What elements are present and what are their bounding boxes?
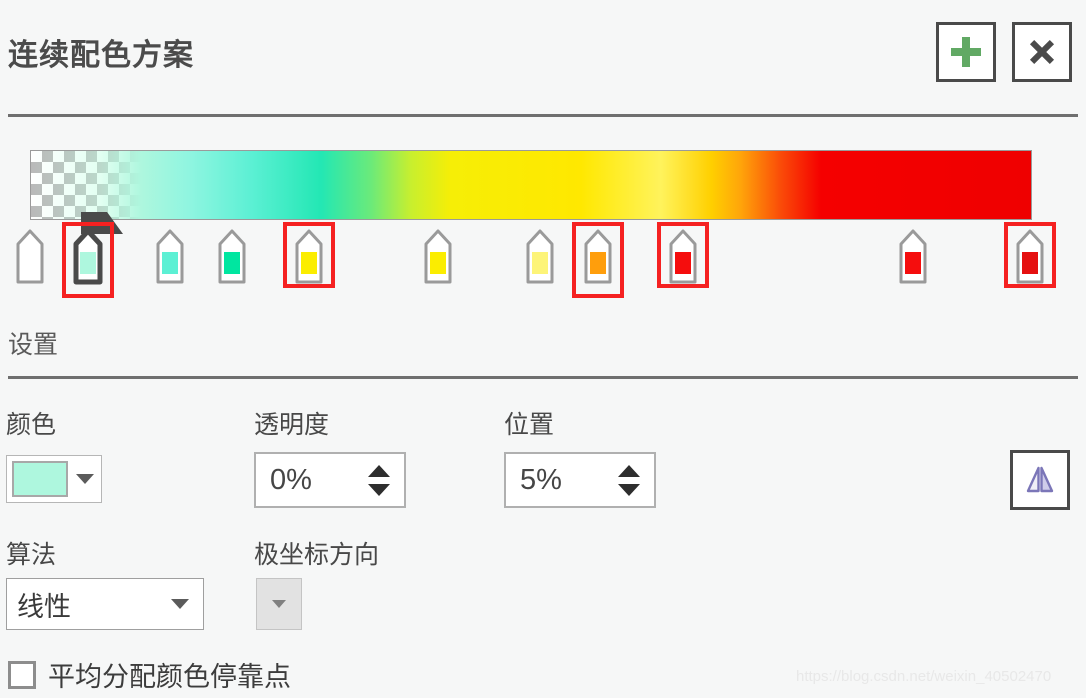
opacity-decrement-icon[interactable] — [368, 483, 390, 496]
watermark: https://blog.csdn.net/weixin_40502470 — [796, 668, 1052, 685]
color-stop-swatch — [224, 252, 240, 274]
position-decrement-icon[interactable] — [618, 483, 640, 496]
color-picker-dropdown[interactable] — [6, 455, 102, 503]
color-stop-marker[interactable] — [73, 212, 123, 286]
color-field-label: 颜色 — [6, 411, 57, 439]
add-color-stop-button[interactable] — [936, 22, 996, 82]
color-stop-marker[interactable] — [525, 228, 555, 286]
position-stepper[interactable]: 5% — [504, 452, 656, 508]
polar-direction-field-label: 极坐标方向 — [254, 541, 380, 569]
even-distribute-checkbox[interactable] — [8, 660, 36, 689]
opacity-stepper[interactable]: 0% — [254, 452, 406, 508]
flip-scheme-button[interactable] — [1010, 450, 1070, 510]
color-stop-swatch — [430, 252, 446, 274]
color-stop-swatch — [80, 252, 96, 274]
chevron-down-icon — [171, 599, 189, 609]
close-icon — [1028, 38, 1056, 66]
header-divider — [8, 114, 1078, 117]
close-button[interactable] — [1012, 22, 1072, 82]
color-stop-swatch — [162, 252, 178, 274]
position-spin-buttons — [618, 464, 654, 496]
algorithm-field-label: 算法 — [6, 541, 57, 569]
algorithm-value: 线性 — [17, 591, 71, 622]
color-stop-swatch — [905, 252, 921, 274]
color-stop-marker[interactable] — [155, 228, 185, 286]
color-stop-swatch — [532, 252, 548, 274]
color-stop-swatch — [590, 252, 606, 274]
position-value[interactable]: 5% — [506, 464, 562, 497]
settings-divider — [8, 376, 1078, 379]
page-title: 连续配色方案 — [8, 39, 194, 72]
color-swatch — [12, 461, 68, 497]
chevron-down-icon — [272, 600, 286, 608]
position-increment-icon[interactable] — [618, 464, 640, 477]
polar-direction-select[interactable] — [256, 578, 302, 630]
color-stop-marker[interactable] — [668, 228, 698, 286]
color-stop-swatch — [301, 252, 317, 274]
opacity-value[interactable]: 0% — [256, 464, 312, 497]
color-stop-pin-icon — [16, 229, 44, 284]
gradient-preview-bar[interactable] — [30, 150, 1032, 220]
chevron-down-icon — [76, 474, 94, 484]
color-stop-marker[interactable] — [423, 228, 453, 286]
flip-horizontal-icon — [1026, 466, 1054, 493]
opacity-increment-icon[interactable] — [368, 464, 390, 477]
color-stop-marker[interactable] — [583, 228, 613, 286]
gradient-fill — [31, 151, 1031, 219]
color-stop-markers — [0, 212, 1086, 302]
color-stop-marker[interactable] — [294, 228, 324, 286]
even-distribute-checkbox-row[interactable]: 平均分配颜色停靠点 — [8, 655, 291, 694]
color-stop-marker[interactable] — [15, 228, 45, 286]
even-distribute-label: 平均分配颜色停靠点 — [48, 662, 291, 692]
plus-icon — [951, 37, 981, 67]
color-stop-swatch — [675, 252, 691, 274]
settings-section-label: 设置 — [8, 331, 59, 359]
color-stop-marker[interactable] — [898, 228, 928, 286]
dialog-header: 连续配色方案 — [0, 0, 1086, 112]
color-stop-marker[interactable] — [217, 228, 247, 286]
color-stop-marker[interactable] — [1015, 228, 1045, 286]
color-stop-swatch — [1022, 252, 1038, 274]
opacity-spin-buttons — [368, 464, 404, 496]
position-field-label: 位置 — [504, 411, 555, 439]
algorithm-select[interactable]: 线性 — [6, 578, 204, 630]
opacity-field-label: 透明度 — [254, 411, 330, 439]
